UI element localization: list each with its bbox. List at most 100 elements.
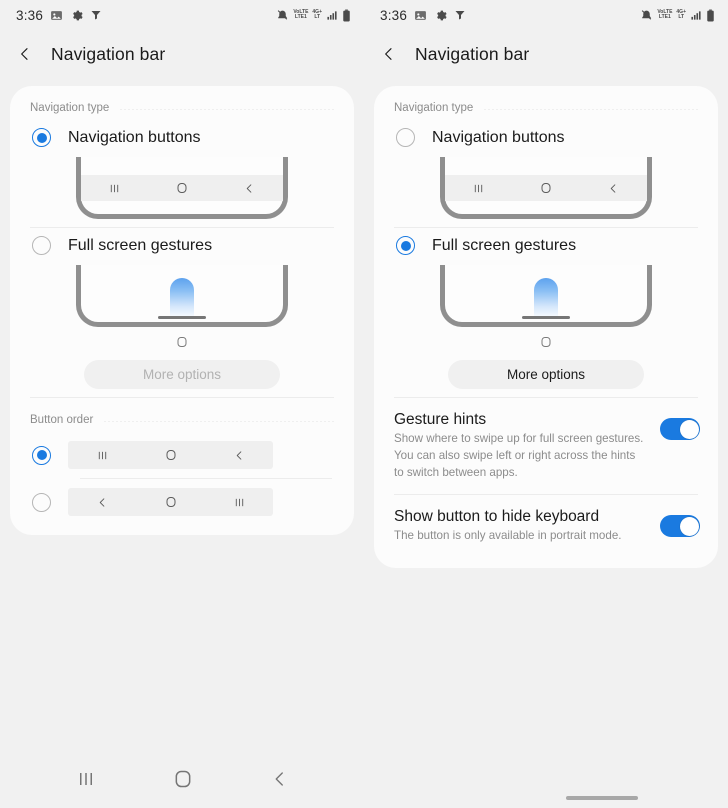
page-title: Navigation bar xyxy=(415,43,530,64)
signal-icon xyxy=(326,10,338,21)
phone-bottom-outline xyxy=(76,157,288,219)
status-bar-right-group: VoLTE LTE1 4G+ LT xyxy=(276,9,351,22)
recents-icon[interactable] xyxy=(77,770,95,788)
network-4g-icon: 4G+ LT xyxy=(312,9,322,20)
setting-subtitle: Show where to swipe up for full screen g… xyxy=(394,432,644,479)
status-bar-clock: 3:36 xyxy=(380,7,408,23)
status-bar-left-group: 3:36 xyxy=(16,8,102,23)
section-label: Navigation type xyxy=(30,102,110,114)
home-icon xyxy=(176,336,188,348)
section-label: Navigation type xyxy=(394,102,474,114)
option-label: Navigation buttons xyxy=(68,128,201,146)
preview-navigation-buttons xyxy=(10,151,354,219)
battery-icon xyxy=(342,9,351,22)
preview-navigation-buttons xyxy=(374,151,718,219)
mute-icon xyxy=(276,9,289,22)
setting-gesture-hints[interactable]: Gesture hints Show where to swipe up for… xyxy=(374,398,718,494)
home-icon[interactable] xyxy=(173,769,193,789)
toggle-gesture-hints[interactable] xyxy=(660,418,700,440)
home-icon xyxy=(165,449,177,461)
app-bar-left: Navigation bar xyxy=(0,30,364,78)
button-order-preview-2 xyxy=(68,488,273,516)
back-icon[interactable] xyxy=(17,46,33,62)
option-label: Full screen gestures xyxy=(68,236,213,254)
recents-icon xyxy=(473,183,484,194)
gesture-handle[interactable] xyxy=(566,796,638,800)
signal-icon xyxy=(690,10,702,21)
preview-nav-strip xyxy=(81,175,283,201)
image-icon xyxy=(50,9,63,22)
volte-icon: VoLTE LTE1 xyxy=(293,9,309,20)
settings-card-right: Navigation type Navigation buttons Full … xyxy=(374,86,718,569)
dotted-divider xyxy=(119,108,334,110)
image-icon xyxy=(414,9,427,22)
radio-button-order-1[interactable] xyxy=(32,445,51,465)
recents-icon xyxy=(97,450,108,461)
gesture-handle-icon xyxy=(522,316,570,319)
setting-texts: Gesture hints Show where to swipe up for… xyxy=(394,411,646,481)
option-navigation-buttons[interactable]: Navigation buttons xyxy=(10,120,354,151)
status-bar-clock: 3:36 xyxy=(16,7,44,23)
option-full-screen-gestures[interactable]: Full screen gestures xyxy=(374,228,718,259)
back-icon xyxy=(97,497,108,508)
option-full-screen-gestures[interactable]: Full screen gestures xyxy=(10,228,354,259)
setting-subtitle: The button is only available in portrait… xyxy=(394,529,622,543)
page-title: Navigation bar xyxy=(51,43,166,64)
radio-button-order-2[interactable] xyxy=(32,492,51,512)
option-label: Full screen gestures xyxy=(432,236,577,254)
network-4g-icon: 4G+ LT xyxy=(676,9,686,20)
preview-full-screen-gestures xyxy=(374,259,718,327)
home-icon xyxy=(176,182,188,194)
status-bar-left: 3:36 VoLTE LTE1 4G+ LT xyxy=(0,0,364,30)
back-icon[interactable] xyxy=(381,46,397,62)
filter-icon xyxy=(90,9,102,21)
setting-title: Show button to hide keyboard xyxy=(394,508,600,526)
left-pane: 3:36 VoLTE LTE1 4G+ LT Navigation bar Na… xyxy=(0,0,364,569)
toggle-show-button-to-hide-keyboard[interactable] xyxy=(660,515,700,538)
more-options-button[interactable]: More options xyxy=(448,360,644,389)
button-order-option-1[interactable] xyxy=(10,432,354,478)
right-pane: 3:36 VoLTE LTE1 4G+ LT Navigation bar Na… xyxy=(364,0,728,569)
back-icon xyxy=(608,183,619,194)
screenshot-root: 3:36 VoLTE LTE1 4G+ LT Navigation bar Na… xyxy=(0,0,728,808)
radio-navigation-buttons[interactable] xyxy=(396,128,415,147)
button-order-option-2[interactable] xyxy=(10,479,354,525)
preview-home-indicator xyxy=(374,327,718,348)
mute-icon xyxy=(640,9,653,22)
option-navigation-buttons[interactable]: Navigation buttons xyxy=(374,120,718,151)
option-label: Navigation buttons xyxy=(432,128,565,146)
app-bar-right: Navigation bar xyxy=(364,30,728,78)
radio-full-screen-gestures[interactable] xyxy=(396,236,415,255)
recents-icon xyxy=(234,497,245,508)
phone-bottom-outline-gestures xyxy=(76,265,288,327)
settings-card-left: Navigation type Navigation buttons Full … xyxy=(10,86,354,535)
radio-full-screen-gestures[interactable] xyxy=(32,236,51,255)
home-icon xyxy=(165,496,177,508)
preview-full-screen-gestures xyxy=(10,259,354,327)
gesture-handle-icon xyxy=(158,316,206,319)
home-icon xyxy=(540,336,552,348)
status-bar-right-group: VoLTE LTE1 4G+ LT xyxy=(640,9,715,22)
swipe-up-arch-icon xyxy=(170,278,194,316)
radio-navigation-buttons[interactable] xyxy=(32,128,51,147)
back-icon[interactable] xyxy=(271,770,289,788)
back-icon xyxy=(234,450,245,461)
section-header-button-order: Button order xyxy=(10,398,354,432)
home-icon xyxy=(540,182,552,194)
back-icon xyxy=(244,183,255,194)
preview-home-indicator xyxy=(10,327,354,348)
dotted-divider xyxy=(483,108,698,110)
button-order-preview-1 xyxy=(68,441,273,469)
more-options-button[interactable]: More options xyxy=(84,360,280,389)
setting-texts: Show button to hide keyboard The button … xyxy=(394,508,646,545)
swipe-up-arch-icon xyxy=(534,278,558,316)
system-navigation-bar xyxy=(0,750,728,808)
section-label: Button order xyxy=(30,414,94,426)
setting-title: Gesture hints xyxy=(394,411,487,428)
phone-bottom-outline-gestures xyxy=(440,265,652,327)
setting-show-button-to-hide-keyboard[interactable]: Show button to hide keyboard The button … xyxy=(374,495,718,558)
section-header-navigation-type: Navigation type xyxy=(10,86,354,120)
phone-bottom-outline xyxy=(440,157,652,219)
status-bar-left-group: 3:36 xyxy=(380,8,466,23)
volte-icon: VoLTE LTE1 xyxy=(657,9,673,20)
